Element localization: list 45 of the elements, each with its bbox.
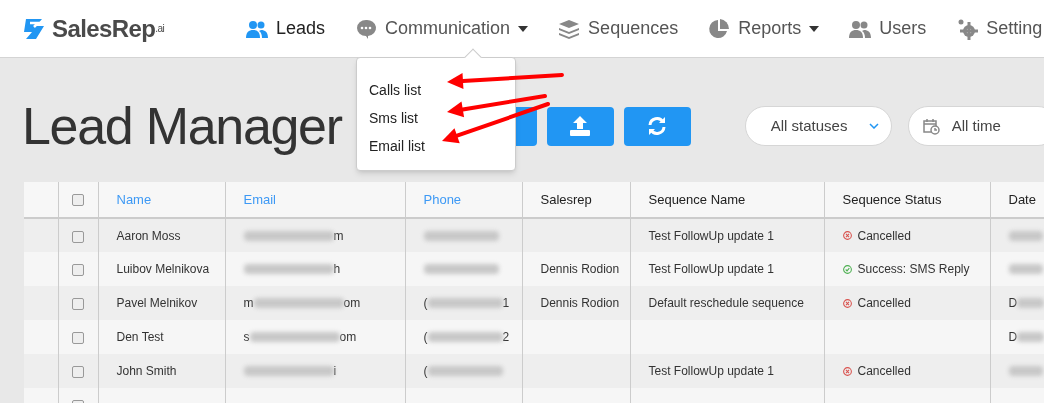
nav-link[interactable]: Setting <box>956 15 1043 42</box>
cell-text: D <box>1008 295 1018 312</box>
status-text: Cancelled <box>857 227 911 245</box>
logo-text: SalesRep$^{.ai}$ <box>52 13 165 44</box>
menu-item[interactable]: Sms list <box>369 104 418 132</box>
cell-text: ( <box>423 363 428 380</box>
cell-text: h <box>333 261 341 278</box>
nav-link[interactable]: Sequences <box>558 15 679 42</box>
cell-text: ( <box>423 295 428 312</box>
cell-text: D <box>1008 329 1018 346</box>
table-cell: Test FollowUp update 1 <box>648 364 774 378</box>
table-cell: John Smith <box>116 364 177 378</box>
cell-text: 1 <box>502 295 510 312</box>
table-cell: Dennis Rodion <box>540 262 620 276</box>
cell-text: 2 <box>502 329 510 346</box>
table-cell: Luibov Melnikova <box>116 262 210 276</box>
column-header: Sequence Status <box>842 191 942 207</box>
cell-text: i <box>333 363 337 380</box>
table-cell: Pavel Melnikov <box>116 296 198 310</box>
nav-link[interactable]: Reports <box>708 15 820 42</box>
menu-item[interactable]: Calls list <box>369 76 422 104</box>
cell-text: om <box>339 329 357 346</box>
menu-item[interactable]: Email list <box>369 132 425 160</box>
status-dropdown[interactable]: All statuses <box>744 106 892 146</box>
table-cell: Test FollowUp update 1 <box>648 262 774 276</box>
nav-link[interactable]: Users <box>849 15 927 42</box>
cell-text: ( <box>423 329 428 346</box>
column-header: Date <box>1008 191 1036 207</box>
cell-text: m <box>333 227 344 245</box>
cell-text: om <box>343 295 361 312</box>
table-cell: Default reschedule sequence <box>648 296 804 310</box>
status-text: Success: SMS Reply <box>857 261 970 278</box>
nav-link[interactable]: Communication <box>355 15 529 42</box>
table-cell: Dennis Rodion <box>540 296 620 310</box>
status-text: Cancelled <box>857 295 911 312</box>
table-cell: Test FollowUp update 1 <box>648 228 774 243</box>
status-text: Cancelled <box>857 363 911 380</box>
column-header: Sequence Name <box>648 191 746 207</box>
column-header: Salesrep <box>540 191 592 207</box>
cell-text: s <box>243 329 250 346</box>
date-range-picker[interactable]: All time <box>907 106 1044 146</box>
table-cell: Aaron Moss <box>116 228 181 243</box>
nav-link[interactable]: Leads <box>246 15 326 42</box>
cell-text: m <box>243 295 254 312</box>
table-cell: Den Test <box>116 330 164 344</box>
